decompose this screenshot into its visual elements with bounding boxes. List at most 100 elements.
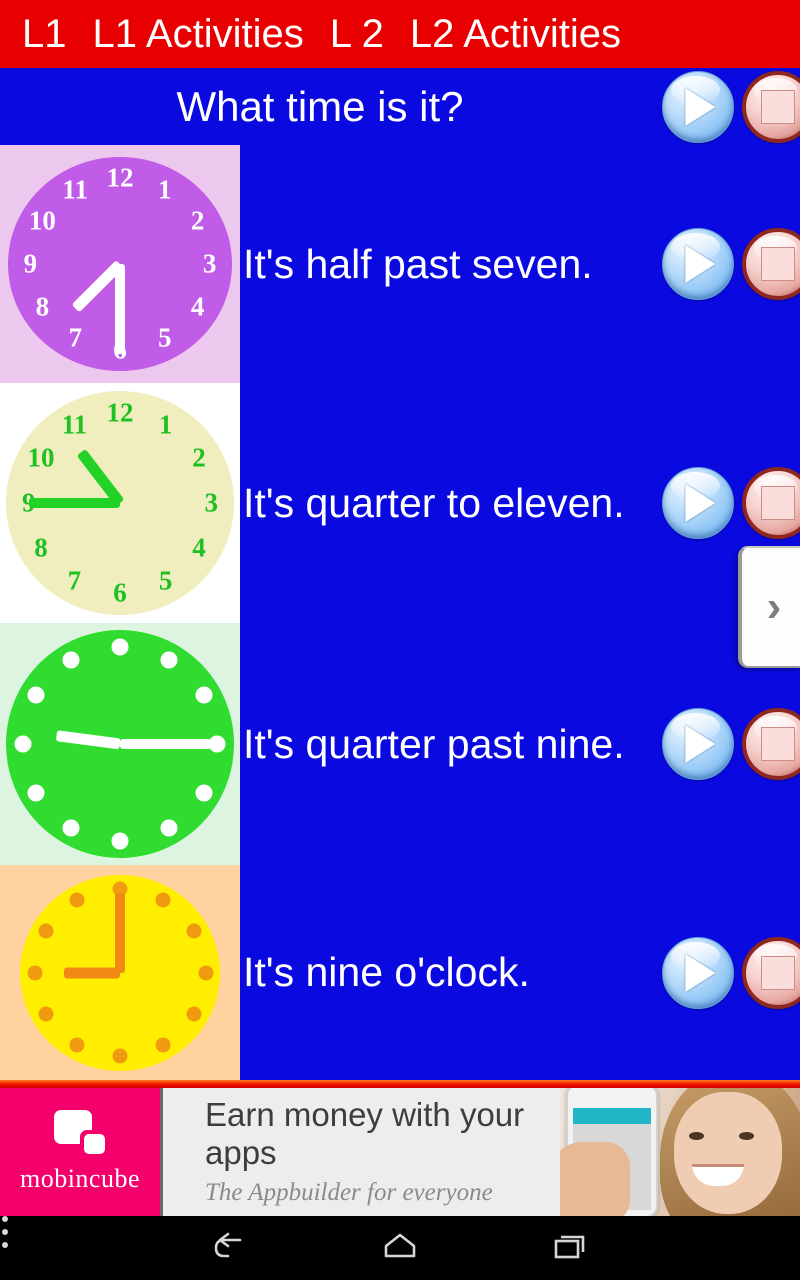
clock-face: 121234567891011: [8, 157, 232, 371]
clock-marker: [198, 965, 213, 980]
lesson-header-row: What time is it?: [0, 68, 800, 145]
menu-dot: [2, 1216, 8, 1222]
ad-logo: mobincube: [0, 1088, 163, 1216]
divider: [0, 1080, 800, 1088]
clock-numeral: 3: [204, 487, 218, 518]
phone-screen-bar: [573, 1108, 651, 1124]
photo-face: [674, 1092, 782, 1214]
ad-copy: Earn money with your apps The Appbuilder…: [163, 1088, 560, 1216]
home-icon[interactable]: [378, 1226, 422, 1270]
clock-minute-hand: [120, 739, 212, 749]
clock-numeral: 11: [62, 174, 88, 205]
list-item-label: It's quarter to eleven.: [243, 479, 625, 526]
clock-marker: [155, 892, 171, 908]
play-icon[interactable]: [662, 70, 734, 143]
ad-subline: The Appbuilder for everyone: [205, 1179, 493, 1206]
list-item-label: It's half past seven.: [243, 240, 593, 287]
stop-icon[interactable]: [742, 708, 800, 780]
clock-minute-hand: [115, 892, 125, 973]
clock-numeral: 12: [106, 162, 134, 193]
clock-thumbnail: 121234567891011: [0, 383, 240, 623]
clock-thumbnail: [0, 623, 240, 865]
row-audio-controls: [662, 936, 800, 1009]
chevron-right-icon: ›: [766, 582, 782, 631]
list-item[interactable]: It's quarter past nine.: [0, 623, 800, 865]
clock-marker: [195, 784, 213, 802]
clock-face: 121234567891011: [6, 391, 234, 615]
stop-icon[interactable]: [742, 228, 800, 300]
clock-marker: [112, 1048, 128, 1064]
clock-marker: [14, 735, 32, 753]
row-audio-controls: [662, 228, 800, 300]
clock-marker: [186, 1006, 202, 1022]
clock-numeral: 5: [158, 322, 172, 353]
play-triangle: [685, 484, 716, 522]
logo-square-small: [84, 1134, 105, 1154]
overflow-menu-icon[interactable]: [0, 1216, 10, 1250]
play-triangle: [685, 953, 716, 992]
photo-eye-right: [739, 1132, 754, 1140]
clock-marker: [160, 651, 178, 669]
clock-marker: [38, 1006, 54, 1022]
clock-quarter-past-nine: [0, 623, 240, 865]
clock-numeral: 12: [106, 397, 134, 428]
clock-marker: [195, 686, 213, 704]
clock-numeral: 7: [68, 322, 82, 353]
clock-numeral: 2: [192, 442, 206, 473]
tab-l2[interactable]: L 2: [317, 12, 397, 56]
mobincube-logo-icon: [54, 1110, 106, 1158]
ad-headline: Earn money with your apps: [205, 1096, 525, 1171]
next-page-drawer-handle[interactable]: ›: [738, 546, 800, 668]
clock-marker: [111, 638, 129, 656]
tab-l1-activities[interactable]: L1 Activities: [80, 12, 317, 56]
menu-dot: [2, 1242, 8, 1248]
clock-numeral: 2: [190, 205, 205, 236]
stop-icon[interactable]: [742, 70, 800, 143]
list-item[interactable]: It's nine o'clock.: [0, 865, 800, 1080]
list-item[interactable]: 121234567891011 It's quarter to eleven.: [0, 383, 800, 623]
stop-square: [761, 727, 795, 761]
tab-bar: L1 L1 Activities L 2 L2 Activities: [0, 0, 800, 68]
clock-half-past-seven: 121234567891011: [0, 145, 240, 383]
ad-brand-name: mobincube: [19, 1164, 141, 1193]
clock-marker: [69, 892, 85, 908]
ad-banner[interactable]: mobincube Earn money with your apps The …: [0, 1088, 800, 1216]
clock-marker: [111, 832, 129, 850]
clock-numeral: 1: [158, 409, 173, 440]
clock-marker: [62, 651, 80, 669]
clock-marker: [160, 819, 178, 837]
clock-quarter-to-eleven: 121234567891011: [0, 383, 240, 623]
clock-numeral: 9: [23, 248, 38, 279]
clock-hour-hand: [64, 967, 120, 978]
clock-numeral: 3: [202, 248, 217, 279]
stop-icon[interactable]: [742, 467, 800, 539]
play-icon[interactable]: [662, 228, 734, 300]
recent-apps-icon[interactable]: [548, 1226, 592, 1270]
tab-l1[interactable]: L1: [0, 12, 80, 56]
clock-numeral: 6: [113, 577, 127, 608]
tab-l2-activities[interactable]: L2 Activities: [397, 12, 634, 56]
clock-numeral: 7: [67, 565, 82, 596]
photo-eye-left: [689, 1132, 704, 1140]
clock-marker: [186, 923, 202, 939]
clock-numeral: 1: [158, 174, 172, 205]
clock-numeral: 5: [158, 565, 173, 596]
play-triangle: [685, 725, 716, 763]
play-icon[interactable]: [662, 936, 734, 1009]
stop-square: [761, 955, 795, 990]
list-item[interactable]: 121234567891011 It's half past seven.: [0, 145, 800, 383]
stop-icon[interactable]: [742, 936, 800, 1009]
clock-face: [6, 630, 234, 858]
clock-marker: [69, 1037, 85, 1053]
clock-numeral: 10: [27, 442, 55, 473]
clock-hour-hand: [56, 730, 121, 750]
clock-thumbnail: 121234567891011: [0, 145, 240, 383]
clock-marker: [27, 686, 45, 704]
play-icon[interactable]: [662, 467, 734, 539]
play-icon[interactable]: [662, 708, 734, 780]
clock-face: [20, 874, 220, 1071]
clock-numeral: 4: [192, 532, 206, 563]
ad-photo: [560, 1088, 800, 1216]
stop-square: [761, 247, 795, 281]
back-icon[interactable]: [210, 1226, 254, 1270]
